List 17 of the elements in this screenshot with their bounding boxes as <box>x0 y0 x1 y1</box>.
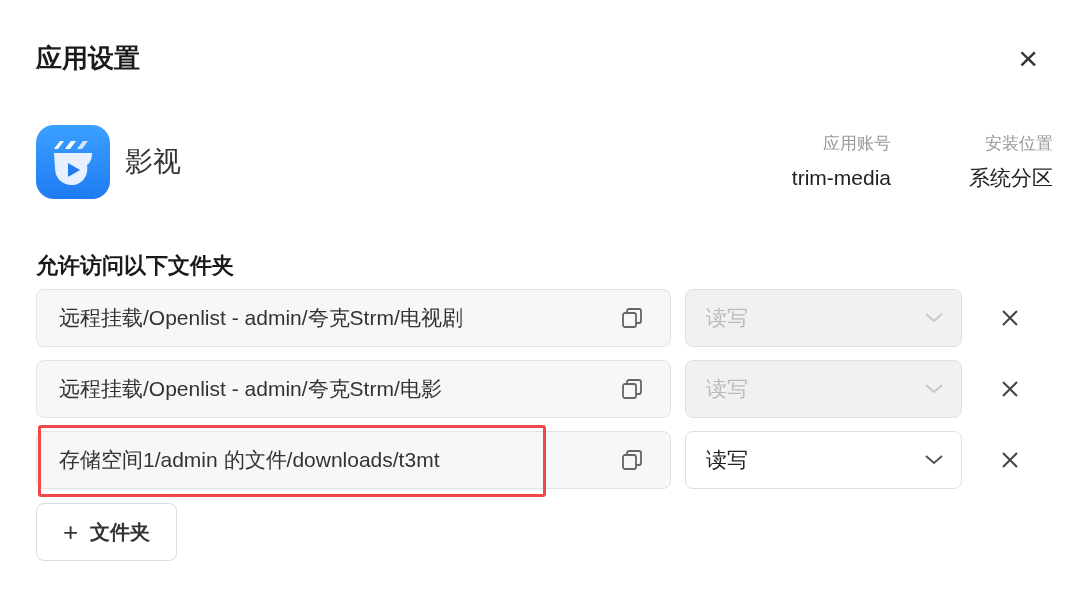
app-icon <box>36 125 110 199</box>
section-title: 允许访问以下文件夹 <box>36 252 235 280</box>
chevron-down-icon <box>925 313 943 323</box>
close-button[interactable]: × <box>1018 41 1038 75</box>
chevron-down-icon <box>925 455 943 465</box>
app-name: 影视 <box>125 145 181 179</box>
folder-path-field[interactable]: 存储空间1/admin 的文件/downloads/t3mt <box>36 431 671 489</box>
copy-icon[interactable] <box>621 449 643 471</box>
meta-value: 系统分区 <box>969 165 1053 191</box>
meta-label: 安装位置 <box>985 132 1053 155</box>
meta-value: trim-media <box>791 165 891 191</box>
remove-icon[interactable] <box>1002 452 1018 468</box>
chevron-down-icon <box>925 384 943 394</box>
permission-dropdown[interactable]: 读写 <box>685 431 962 489</box>
meta-label: 应用账号 <box>823 132 891 155</box>
add-folder-button[interactable]: + 文件夹 <box>36 503 178 561</box>
dialog-title: 应用设置 <box>36 41 140 75</box>
